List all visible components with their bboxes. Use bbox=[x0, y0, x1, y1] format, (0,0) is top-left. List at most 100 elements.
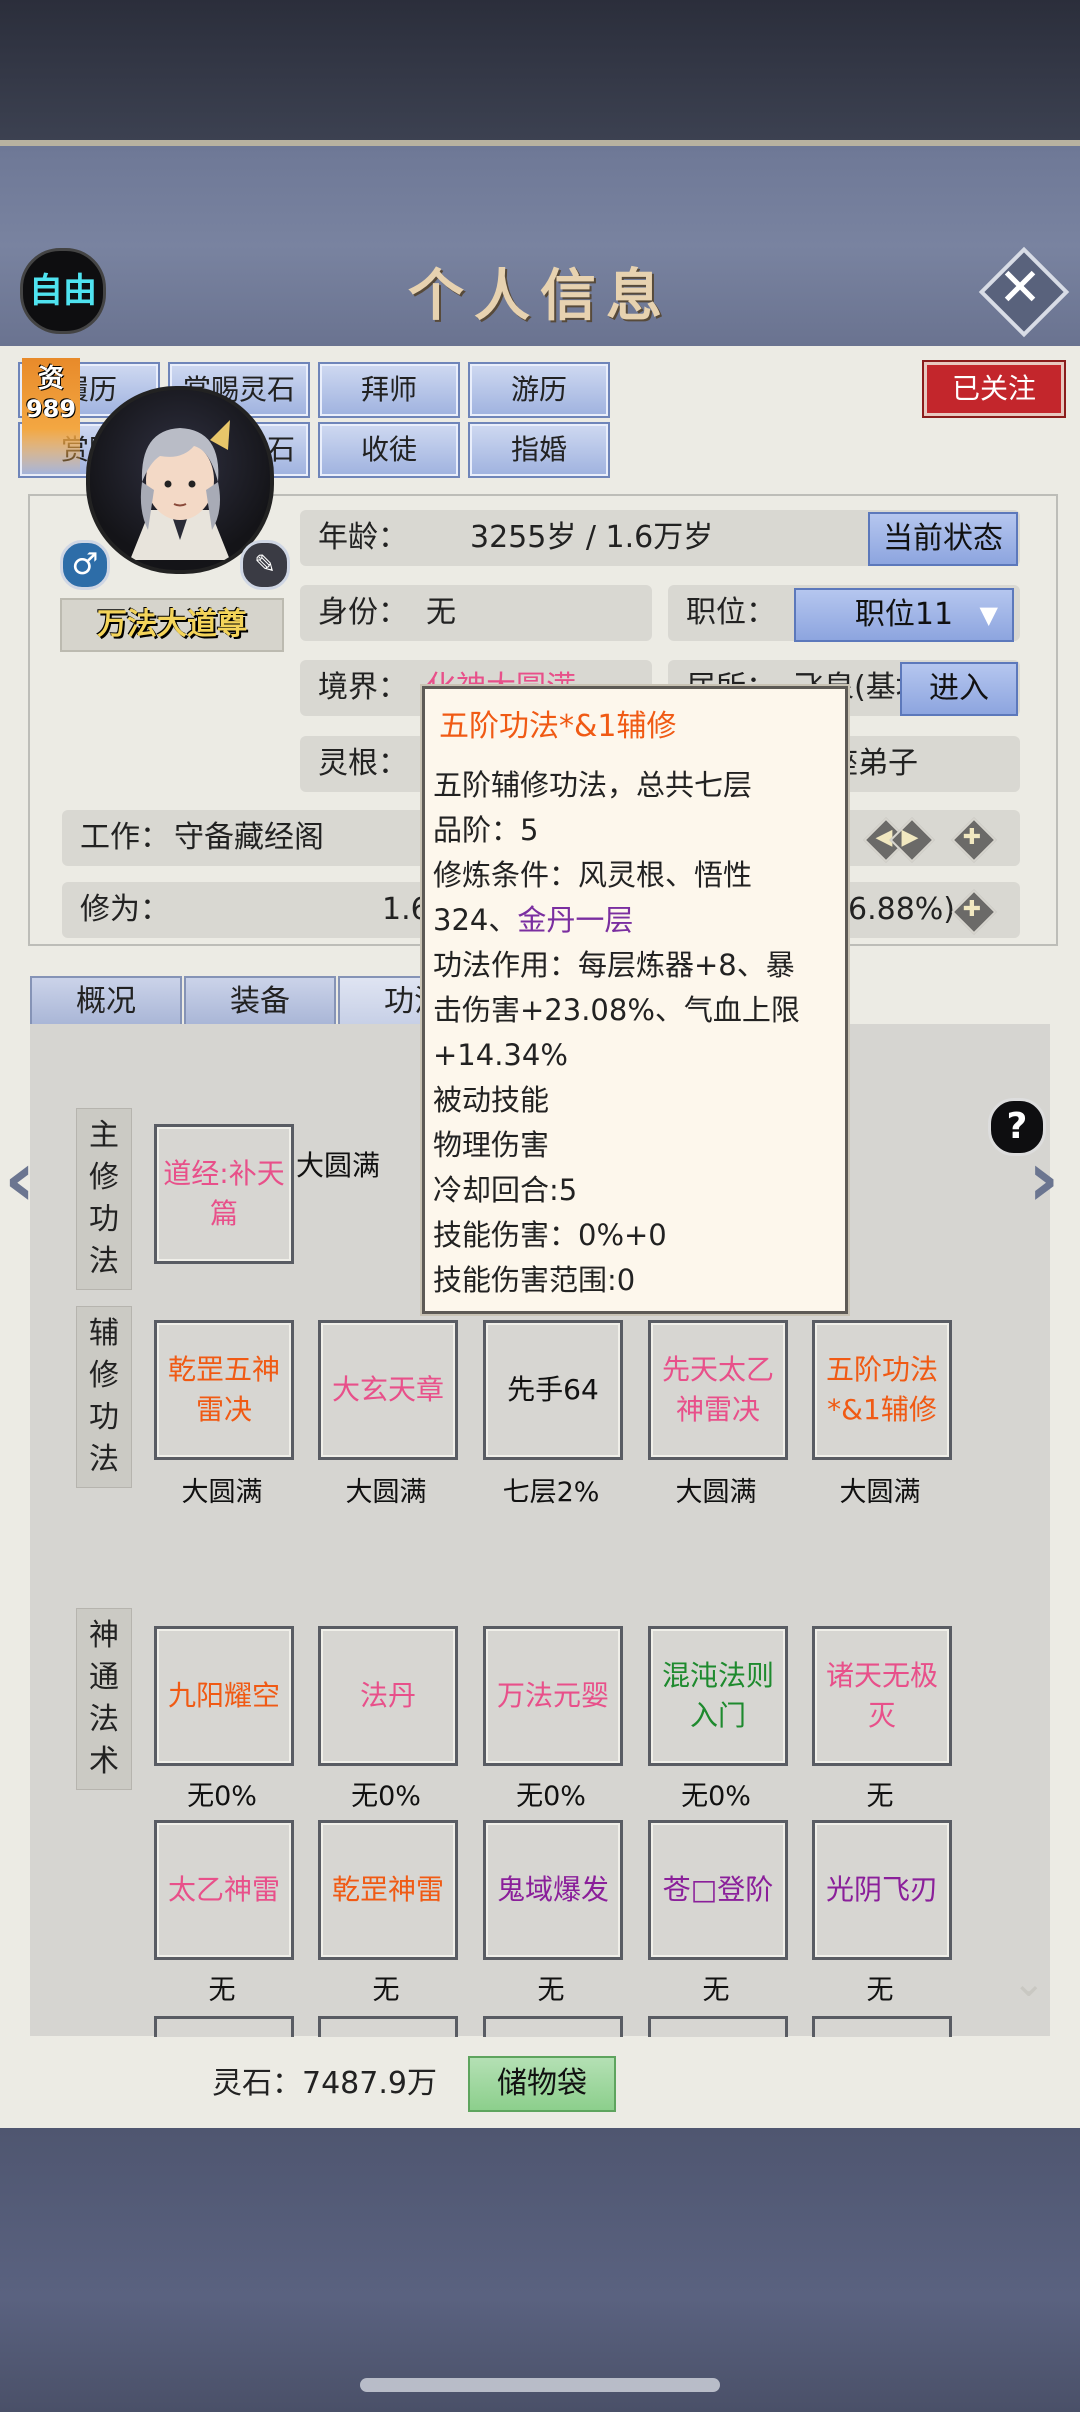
panel-header: 自由 个人信息 ✕ bbox=[0, 140, 1080, 346]
magic-skill-slot[interactable] bbox=[648, 2016, 788, 2037]
skill-status: 无 bbox=[702, 1975, 730, 2006]
tooltip-line: 功法作用：每层炼器+8、暴 bbox=[433, 948, 795, 982]
age-value: 3255岁 / 1.6万岁 bbox=[470, 520, 714, 555]
follow-button[interactable]: 已关注 bbox=[922, 360, 1066, 418]
position-value: 职位11 bbox=[854, 597, 954, 632]
skill-name: 太乙神雷 bbox=[167, 1873, 280, 1906]
skill-status: 无 bbox=[208, 1975, 236, 2006]
chevron-left-icon[interactable]: ‹ bbox=[4, 1134, 35, 1223]
male-icon: ♂ bbox=[60, 540, 110, 590]
skill-status: 无0% bbox=[351, 1781, 421, 1812]
aux-skill-slot[interactable]: 五阶功法*&1辅修 bbox=[812, 1320, 952, 1460]
main-skill-slot[interactable]: 道经:补天篇 bbox=[154, 1124, 294, 1264]
aux-skill-slot[interactable]: 大玄天章 bbox=[318, 1320, 458, 1460]
magic-skill-slot[interactable]: 鬼域爆发 bbox=[483, 1820, 623, 1960]
skill-name: 先手64 bbox=[507, 1373, 599, 1406]
aux-skill-slot[interactable]: 先手64 bbox=[483, 1320, 623, 1460]
skill-name: 先天太乙神雷决 bbox=[661, 1353, 774, 1426]
resource-label: 资 bbox=[37, 364, 64, 394]
root-label: 灵根： bbox=[318, 746, 408, 781]
brush-icon[interactable]: ✎ bbox=[240, 540, 290, 590]
matchmake-button[interactable]: 指婚 bbox=[468, 422, 610, 478]
skill-status: 大圆满 bbox=[181, 1477, 263, 1508]
identity-value: 无 bbox=[426, 595, 456, 630]
magic-skill-slot[interactable] bbox=[318, 2016, 458, 2037]
home-indicator[interactable] bbox=[360, 2378, 720, 2392]
skill-name: 法丹 bbox=[359, 1679, 416, 1712]
skill-name: 混沌法则入门 bbox=[661, 1659, 774, 1732]
magic-skill-slot[interactable]: 光阴飞刃 bbox=[812, 1820, 952, 1960]
resource-badge: 资 989 bbox=[22, 358, 80, 476]
aux-skill-slot[interactable]: 乾罡五神雷决 bbox=[154, 1320, 294, 1460]
tooltip-line: 物理伤害 bbox=[433, 1128, 550, 1162]
close-button[interactable]: ✕ bbox=[978, 246, 1070, 338]
skill-name: 万法元婴 bbox=[496, 1679, 609, 1712]
play-icon[interactable]: ▶ bbox=[889, 817, 935, 863]
tooltip-line: 击伤害+23.08%、气血上限 bbox=[433, 993, 800, 1027]
aux-skill-label: 辅修功法 bbox=[76, 1306, 132, 1488]
tooltip-line: +14.34% bbox=[433, 1038, 568, 1072]
help-icon[interactable]: ? bbox=[988, 1098, 1046, 1156]
close-icon: ✕ bbox=[998, 258, 1042, 318]
skill-status: 无0% bbox=[681, 1781, 751, 1812]
skill-status: 七层2% bbox=[502, 1477, 600, 1508]
skill-name: 九阳耀空 bbox=[167, 1679, 280, 1712]
tooltip-line: 技能伤害范围:0 bbox=[433, 1263, 636, 1297]
skill-name: 苍□登阶 bbox=[662, 1873, 774, 1906]
skill-status: 无 bbox=[866, 1781, 894, 1812]
skill-status: 无 bbox=[372, 1975, 400, 2006]
tooltip-line: 技能伤害：0%+0 bbox=[433, 1218, 667, 1252]
current-status-button[interactable]: 当前状态 bbox=[868, 512, 1018, 566]
storage-bag-button[interactable]: 储物袋 bbox=[468, 2056, 616, 2112]
magic-skill-slot[interactable]: 诸天无极灭 bbox=[812, 1626, 952, 1766]
apprentice-button[interactable]: 拜师 bbox=[318, 362, 460, 418]
skill-name: 光阴飞刃 bbox=[825, 1873, 938, 1906]
plus-icon[interactable]: ✚ bbox=[951, 889, 997, 935]
realm-label: 境界： bbox=[318, 670, 408, 705]
skill-name: 大玄天章 bbox=[331, 1373, 444, 1406]
spirit-stone-count: 灵石：7487.9万 bbox=[212, 2066, 437, 2101]
magic-skill-slot[interactable]: 乾罡神雷 bbox=[318, 1820, 458, 1960]
magic-skill-slot[interactable]: 万法元婴 bbox=[483, 1626, 623, 1766]
tooltip-line: 324、金丹一层 bbox=[433, 898, 845, 943]
magic-skill-slot[interactable]: 苍□登阶 bbox=[648, 1820, 788, 1960]
identity-label: 身份： bbox=[318, 595, 408, 630]
tooltip-line: 五阶辅修功法，总共七层 bbox=[433, 768, 753, 802]
magic-skill-slot[interactable] bbox=[812, 2016, 952, 2037]
magic-skill-label: 神通法术 bbox=[76, 1608, 132, 1790]
skill-name: 诸天无极灭 bbox=[825, 1659, 938, 1732]
magic-skill-slot[interactable]: 九阳耀空 bbox=[154, 1626, 294, 1766]
skill-status: 大圆满 bbox=[675, 1477, 757, 1508]
travel-button[interactable]: 游历 bbox=[468, 362, 610, 418]
magic-skill-slot[interactable]: 法丹 bbox=[318, 1626, 458, 1766]
plus-icon[interactable]: ✚ bbox=[951, 817, 997, 863]
skill-name: 乾罡五神雷决 bbox=[167, 1353, 280, 1426]
tab-equipment[interactable]: 装备 bbox=[184, 976, 336, 1028]
main-skill-label: 主修功法 bbox=[76, 1108, 132, 1290]
enter-button[interactable]: 进入 bbox=[900, 662, 1018, 716]
magic-skill-slot[interactable] bbox=[154, 2016, 294, 2037]
work-value: 守备藏经阁 bbox=[174, 820, 324, 855]
skill-status: 大圆满 bbox=[839, 1477, 921, 1508]
tooltip-title: 五阶功法*&1辅修 bbox=[439, 709, 677, 744]
tab-overview[interactable]: 概况 bbox=[30, 976, 182, 1028]
scroll-down-icon: ⌄ bbox=[1012, 1960, 1046, 2006]
tooltip-line: 被动技能 bbox=[433, 1083, 550, 1117]
position-select[interactable]: 职位11 ▼ bbox=[794, 588, 1014, 642]
tooltip-body: 五阶辅修功法，总共七层 品阶：5 修炼条件：风灵根、悟性 324、金丹一层 功法… bbox=[433, 763, 845, 1303]
top-system-band bbox=[0, 0, 1080, 140]
character-name: 万法大道尊 bbox=[60, 598, 284, 652]
tooltip-line: 品阶：5 bbox=[433, 813, 539, 847]
magic-skill-slot[interactable] bbox=[483, 2016, 623, 2037]
magic-skill-slot[interactable]: 混沌法则入门 bbox=[648, 1626, 788, 1766]
page-title: 个人信息 bbox=[408, 263, 672, 329]
skill-status: 无0% bbox=[516, 1781, 586, 1812]
skill-status: 大圆满 bbox=[345, 1477, 427, 1508]
chevron-down-icon: ▼ bbox=[979, 601, 998, 629]
take-disciple-button[interactable]: 收徒 bbox=[318, 422, 460, 478]
magic-skill-slot[interactable]: 太乙神雷 bbox=[154, 1820, 294, 1960]
skill-name: 乾罡神雷 bbox=[331, 1873, 444, 1906]
skill-status: 无0% bbox=[187, 1781, 257, 1812]
aux-skill-slot[interactable]: 先天太乙神雷决 bbox=[648, 1320, 788, 1460]
tooltip-highlight: 金丹一层 bbox=[517, 903, 634, 937]
